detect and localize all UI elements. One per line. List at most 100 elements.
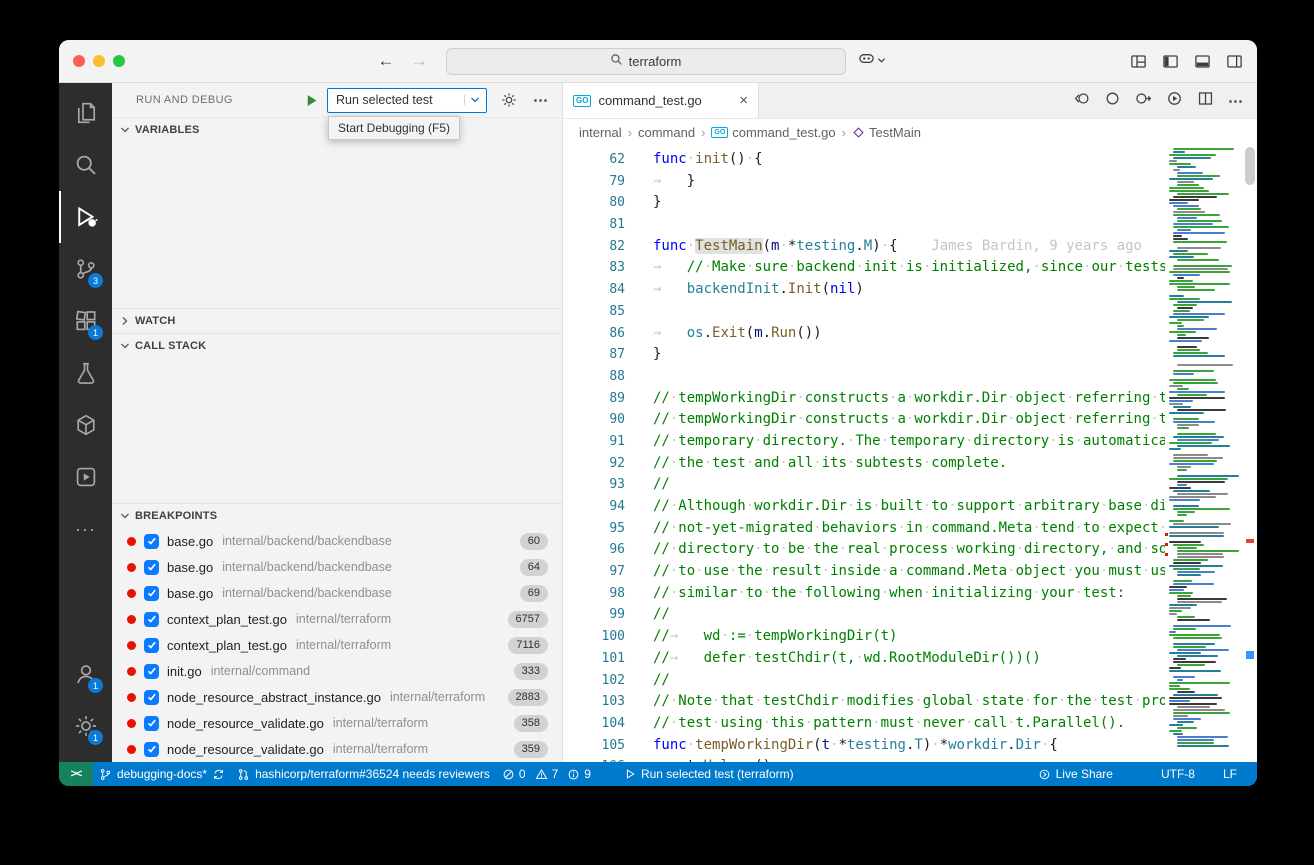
start-debugging-button[interactable] (304, 93, 319, 108)
breakpoint-checkbox[interactable] (144, 560, 159, 575)
eol-indicator[interactable]: LF (1217, 762, 1243, 786)
breakpoint-row[interactable]: base.gointernal/backend/backendbase64 (112, 554, 562, 580)
code-editor[interactable]: 62func·init()·{79→ }80}8182func·TestMain… (563, 145, 1257, 762)
toggle-panel-icon[interactable] (1194, 53, 1211, 70)
minimap-line (1173, 355, 1225, 357)
navigate-forward-button[interactable]: → (411, 51, 428, 71)
code-line: 84→ backendInit.Init(nil) (563, 279, 1165, 301)
overview-ruler (1243, 145, 1257, 762)
minimap-line (1169, 631, 1176, 633)
minimap-line (1169, 700, 1190, 702)
minimize-window-button[interactable] (93, 55, 105, 67)
breadcrumb-command[interactable]: command (638, 125, 695, 140)
record-circle-icon[interactable] (1104, 90, 1121, 112)
breadcrumb-symbol[interactable]: TestMain (852, 125, 921, 140)
activity-testing[interactable] (59, 347, 112, 399)
breakpoint-row[interactable]: base.gointernal/backend/backendbase69 (112, 580, 562, 606)
minimap-line (1177, 427, 1189, 429)
minimap[interactable] (1165, 145, 1243, 762)
toggle-secondary-sidebar-icon[interactable] (1226, 53, 1243, 70)
breadcrumb-internal[interactable]: internal (579, 125, 622, 140)
minimap-line (1173, 406, 1191, 408)
breakpoint-checkbox[interactable] (144, 716, 159, 731)
split-editor-icon[interactable] (1197, 90, 1214, 112)
title-bar[interactable]: ← → terraform (59, 40, 1257, 83)
breakpoint-checkbox[interactable] (144, 586, 159, 601)
pull-request-icon (237, 768, 250, 781)
activity-extension-cube[interactable] (59, 399, 112, 451)
activity-explorer[interactable] (59, 87, 112, 139)
breakpoint-checkbox[interactable] (144, 638, 159, 653)
activity-search[interactable] (59, 139, 112, 191)
debug-settings-gear-icon[interactable] (501, 92, 517, 108)
breakpoint-row[interactable]: node_resource_validate.gointernal/terraf… (112, 710, 562, 736)
minimap-line (1169, 358, 1243, 360)
minimap-line (1177, 337, 1209, 339)
breakpoint-checkbox[interactable] (144, 690, 159, 705)
activity-extensions[interactable]: 1 (59, 295, 112, 347)
toggle-primary-sidebar-icon[interactable] (1162, 53, 1179, 70)
breakpoint-path: internal/terraform (296, 638, 391, 652)
breakpoints-section-header[interactable]: BREAKPOINTS (112, 503, 562, 528)
minimap-line (1173, 418, 1199, 420)
pull-request-indicator[interactable]: hashicorp/terraform#36524 needs reviewer… (231, 762, 496, 786)
minimap-line (1177, 409, 1226, 411)
encoding-indicator[interactable]: UTF-8 (1155, 762, 1201, 786)
breakpoint-row[interactable]: context_plan_test.gointernal/terraform67… (112, 606, 562, 632)
error-icon (502, 768, 515, 781)
minimap-line (1173, 676, 1195, 678)
call-stack-section-header[interactable]: CALL STACK (112, 333, 562, 358)
zoom-window-button[interactable] (113, 55, 125, 67)
minimap-line (1169, 685, 1180, 687)
code-line: 79→ } (563, 171, 1165, 193)
scrollbar-thumb[interactable] (1245, 147, 1255, 185)
live-share-button[interactable]: Live Share (1032, 762, 1119, 786)
continue-circle-icon[interactable] (1135, 90, 1152, 112)
minimap-line (1169, 451, 1243, 453)
minimap-line (1177, 664, 1205, 666)
activity-run-and-debug[interactable] (59, 191, 112, 243)
minimap-line (1177, 475, 1239, 477)
minimap-line (1173, 205, 1199, 207)
run-config-indicator[interactable]: Run selected test (terraform) (618, 762, 800, 786)
minimap-line (1177, 247, 1221, 249)
customize-layout-icon[interactable] (1130, 53, 1147, 70)
navigate-back-button[interactable]: ← (378, 51, 395, 71)
breakpoint-row[interactable]: node_resource_abstract_instance.gointern… (112, 684, 562, 710)
minimap-line (1169, 682, 1230, 684)
activity-source-control[interactable]: 3 (59, 243, 112, 295)
activity-extension-run[interactable] (59, 451, 112, 503)
code-line: 103//·Note·that·testChdir·modifies·globa… (563, 691, 1165, 713)
minimap-line (1173, 310, 1190, 312)
watch-section-header[interactable]: WATCH (112, 308, 562, 333)
breakpoint-checkbox[interactable] (144, 612, 159, 627)
launch-config-dropdown[interactable]: Run selected test (327, 88, 487, 113)
activity-more[interactable]: ··· (59, 503, 112, 555)
activity-settings[interactable]: 1 (59, 700, 112, 752)
activity-accounts[interactable]: 1 (59, 648, 112, 700)
breakpoint-row[interactable]: node_resource_validate.gointernal/terraf… (112, 736, 562, 762)
breakpoint-checkbox[interactable] (144, 534, 159, 549)
views-more-actions-icon[interactable]: ⋯ (533, 91, 548, 109)
minimap-line (1173, 196, 1217, 198)
breakpoint-row[interactable]: context_plan_test.gointernal/terraform71… (112, 632, 562, 658)
run-test-circle-icon[interactable] (1166, 90, 1183, 112)
navigate-back-circle-icon[interactable] (1073, 90, 1090, 112)
minimap-line (1169, 604, 1197, 606)
copilot-menu-button[interactable] (858, 50, 886, 72)
tab-command-test-go[interactable]: GO command_test.go × (563, 83, 759, 118)
breakpoint-checkbox[interactable] (144, 664, 159, 679)
minimap-line (1173, 157, 1211, 159)
breakpoint-row[interactable]: base.gointernal/backend/backendbase60 (112, 528, 562, 554)
breadcrumb-file[interactable]: GO command_test.go (711, 125, 835, 140)
editor-more-actions-icon[interactable]: ⋯ (1228, 92, 1243, 110)
breakpoint-row[interactable]: init.gointernal/command333 (112, 658, 562, 684)
minimap-line (1169, 526, 1219, 528)
problems-indicator[interactable]: 0 7 9 (496, 762, 602, 786)
branch-indicator[interactable]: debugging-docs* (93, 762, 231, 786)
close-tab-icon[interactable]: × (739, 93, 748, 108)
breakpoint-checkbox[interactable] (144, 742, 159, 757)
command-center-search[interactable]: terraform (446, 48, 846, 75)
close-window-button[interactable] (73, 55, 85, 67)
remote-indicator[interactable]: >< (59, 762, 93, 786)
